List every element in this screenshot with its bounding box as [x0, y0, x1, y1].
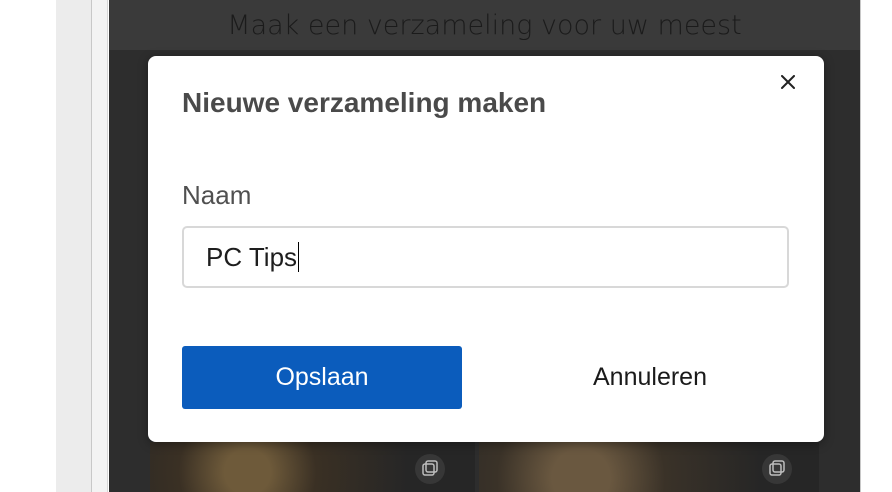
add-to-collection-icon	[415, 454, 445, 484]
name-input[interactable]: PC Tips	[182, 226, 789, 288]
left-scroll-area	[56, 0, 91, 492]
divider	[860, 0, 861, 492]
close-button[interactable]	[774, 68, 802, 96]
pane-heading: Maak een verzameling voor uw meest	[227, 10, 742, 41]
screen: Maak een verzameling voor uw meest Nieuw…	[0, 0, 892, 492]
new-collection-dialog: Nieuwe verzameling maken Naam PC Tips Op…	[148, 56, 824, 442]
add-to-collection-icon	[762, 454, 792, 484]
collection-thumbnail	[150, 442, 475, 492]
text-caret	[298, 242, 300, 272]
name-input-value: PC Tips	[206, 241, 298, 272]
cancel-button[interactable]: Annuleren	[510, 346, 790, 409]
dialog-title: Nieuwe verzameling maken	[182, 87, 547, 118]
save-button[interactable]: Opslaan	[182, 346, 462, 409]
close-icon	[781, 75, 795, 89]
name-label: Naam	[182, 180, 252, 210]
collection-thumbnail	[479, 442, 819, 492]
panel-edge	[92, 0, 108, 492]
